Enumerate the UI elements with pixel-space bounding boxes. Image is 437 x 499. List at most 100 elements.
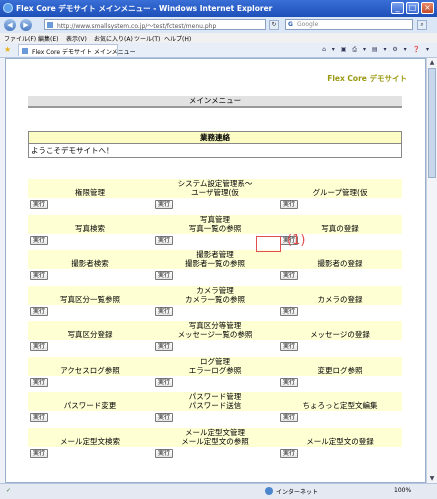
section-item-labels: メール定型文検索 メール定型文の参照 メール定型文の登録: [28, 436, 402, 447]
run-button[interactable]: 実行: [280, 377, 298, 387]
run-button[interactable]: 実行: [155, 377, 173, 387]
run-button[interactable]: 実行: [280, 342, 298, 351]
section-title: 撮影者管理: [28, 250, 402, 259]
section-item-labels: 撮影者検索 撮影者一覧の参照 撮影者の登録: [28, 259, 402, 269]
run-button[interactable]: 実行: [30, 342, 48, 351]
notice-title: 業務連絡: [29, 132, 401, 144]
run-button[interactable]: 実行: [155, 235, 173, 245]
run-button[interactable]: 実行: [280, 306, 298, 316]
menu-item-label: ユーザ管理(仮: [191, 188, 239, 197]
menu-item-label: メッセージ一覧の参照: [177, 330, 253, 339]
section-title: パスワード管理: [28, 392, 402, 401]
minimize-button[interactable]: _: [391, 2, 404, 14]
run-button[interactable]: 実行: [30, 448, 48, 458]
site-brand: Flex Core デモサイト: [327, 74, 407, 83]
tab-bar: ★ Flex Core デモサイト メインメニュー ⌂ ▾ ▣ ⎙ ▾ ▤ ▾ …: [0, 43, 437, 58]
menu-item-label: 撮影者の登録: [317, 259, 363, 268]
run-button[interactable]: 実行: [280, 413, 298, 422]
annotation-label: (1): [287, 233, 306, 248]
section-item-labels: 写真区分一覧参照 カメラ一覧の参照 カメラの登録: [28, 294, 402, 305]
section-button-row: 実行 実行 実行: [28, 447, 402, 459]
section-item-labels: 写真区分登録 メッセージ一覧の参照 メッセージの登録: [28, 330, 402, 340]
internet-zone-icon: [265, 487, 273, 495]
menu-file[interactable]: ファイル(F): [4, 34, 36, 43]
menu-help[interactable]: ヘルプ(H): [164, 34, 191, 43]
vertical-scrollbar[interactable]: ▲ ▼: [426, 58, 437, 483]
menu-section: 写真区分等管理 写真区分登録 メッセージ一覧の参照 メッセージの登録 実行 実行 実行: [28, 321, 402, 352]
section-button-row: 実行 実行 実行: [28, 269, 402, 281]
menu-item-label: 権限管理: [75, 188, 105, 197]
menu-edit[interactable]: 編集(E): [38, 34, 58, 43]
menu-item-label: メッセージの登録: [310, 330, 370, 339]
back-button[interactable]: ◀: [4, 19, 16, 31]
scroll-thumb[interactable]: [428, 68, 436, 178]
close-button[interactable]: ×: [421, 2, 434, 14]
menu-favorites[interactable]: お気に入り(A): [94, 34, 133, 43]
maximize-button[interactable]: □: [406, 2, 419, 14]
scroll-up-icon[interactable]: ▲: [428, 58, 436, 67]
menu-item-label: 撮影者検索: [71, 259, 109, 268]
section-item-labels: アクセスログ参照 エラーログ参照 変更ログ参照: [28, 365, 402, 376]
menu-item-label: 写真の登録: [321, 223, 359, 233]
run-button[interactable]: 実行: [155, 448, 173, 458]
section-title: ログ管理: [28, 356, 402, 366]
section-item-labels: 権限管理 ユーザ管理(仮 グループ管理(仮: [28, 188, 402, 198]
menu-item-label: メール定型文検索: [60, 436, 120, 446]
run-button[interactable]: 実行: [30, 377, 48, 387]
zoom-level[interactable]: 100%: [394, 487, 411, 494]
run-button[interactable]: 実行: [30, 306, 48, 316]
tab-title: Flex Core デモサイト メインメニュー: [32, 49, 136, 56]
forward-button[interactable]: ▶: [20, 19, 32, 31]
menu-item-label: カメラの登録: [317, 294, 363, 304]
menu-item-label: メール定型文の参照: [181, 436, 249, 446]
ie-logo-icon: [3, 3, 13, 13]
menu-header: メインメニュー: [28, 96, 402, 108]
section-title: カメラ管理: [28, 285, 402, 295]
run-button[interactable]: 実行: [280, 448, 298, 458]
run-button[interactable]: 実行: [155, 413, 173, 422]
tab-main-menu[interactable]: Flex Core デモサイト メインメニュー: [18, 44, 136, 56]
favorites-star-icon[interactable]: ★: [4, 45, 11, 54]
search-button[interactable]: ⌕: [417, 20, 427, 30]
tab-favicon-icon: [22, 48, 28, 54]
run-button[interactable]: 実行: [30, 413, 48, 422]
search-input[interactable]: G Google: [285, 19, 413, 30]
menu-item-label: 撮影者一覧の参照: [185, 259, 245, 268]
section-button-row: 実行 実行 実行: [28, 198, 402, 210]
run-button[interactable]: 実行: [155, 200, 173, 209]
section-button-row: 実行 実行 実行: [28, 376, 402, 388]
menu-section: メール定型文管理 メール定型文検索 メール定型文の参照 メール定型文の登録 実行 実行 実行: [28, 427, 402, 459]
menu-view[interactable]: 表示(V): [66, 34, 87, 43]
run-button[interactable]: 実行: [155, 306, 173, 316]
run-button[interactable]: 実行: [280, 271, 298, 280]
search-placeholder: Google: [297, 21, 319, 28]
browser-window: Flex Core デモサイト メインメニュー - Windows Intern…: [0, 0, 437, 499]
done-icon: ✓: [6, 487, 12, 494]
section-item-labels: パスワード変更 パスワード送信 ちょろっと定型文編集: [28, 401, 402, 411]
run-button[interactable]: 実行: [155, 342, 173, 351]
notice-box: 業務連絡 ようこそデモサイトへ！: [28, 131, 402, 158]
menu-section: システム設定管理系〜 権限管理 ユーザ管理(仮 グループ管理(仮 実行 実行 実行: [28, 179, 402, 210]
run-button[interactable]: 実行: [30, 200, 48, 209]
section-button-row: 実行 実行 実行: [28, 411, 402, 423]
menu-tools[interactable]: ツール(T): [134, 34, 160, 43]
scroll-down-icon[interactable]: ▼: [428, 474, 436, 483]
section-button-row: 実行 実行 実行: [28, 340, 402, 352]
google-icon: G: [288, 21, 293, 28]
menu-item-label: 変更ログ参照: [317, 365, 363, 375]
menu-item-label: パスワード変更: [63, 401, 117, 410]
run-button[interactable]: 実行: [30, 235, 48, 245]
command-bar-icons[interactable]: ⌂ ▾ ▣ ⎙ ▾ ▤ ▾ ⚙ ▾ ❓ ▾: [322, 46, 431, 54]
refresh-button[interactable]: ↻: [269, 20, 279, 30]
run-button[interactable]: 実行: [30, 271, 48, 280]
window-title: Flex Core デモサイト メインメニュー - Windows Intern…: [16, 4, 273, 13]
section-title: メール定型文管理: [28, 427, 402, 437]
section-title: 写真区分等管理: [28, 321, 402, 330]
run-button[interactable]: 実行: [280, 200, 298, 209]
menu-item-label: エラーログ参照: [188, 365, 242, 375]
menu-item-label: 写真検索: [75, 223, 105, 233]
section-button-row: 実行 実行 実行: [28, 305, 402, 317]
page-favicon-icon: [47, 22, 53, 28]
address-bar[interactable]: http://www.smallsystem.co.jp/〜test/fctes…: [44, 19, 266, 30]
run-button[interactable]: 実行: [155, 271, 173, 280]
